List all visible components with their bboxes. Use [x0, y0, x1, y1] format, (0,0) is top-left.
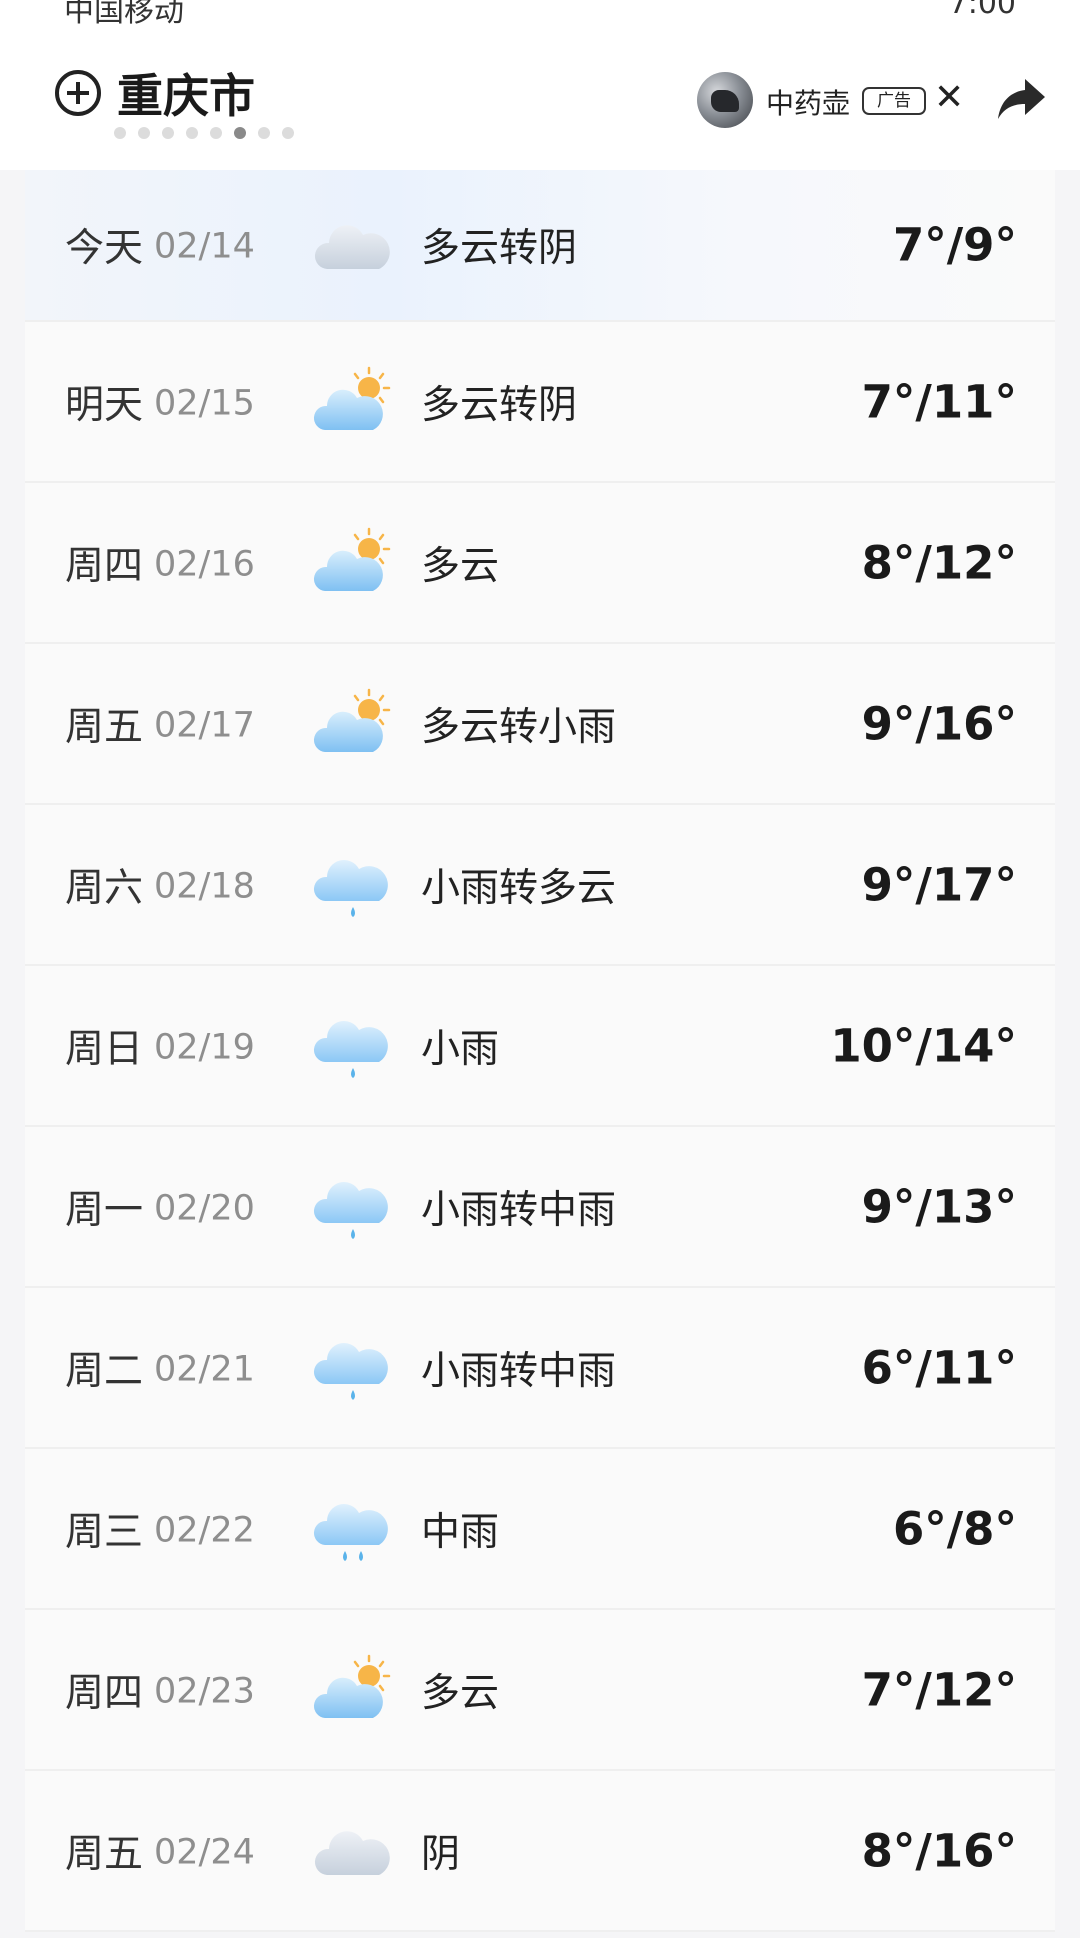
weather-desc: 多云转小雨: [421, 704, 617, 750]
day-label: 周三: [65, 1509, 144, 1555]
city-title[interactable]: 重庆市: [117, 60, 255, 126]
page-dot: [210, 127, 222, 139]
forecast-row[interactable]: 周六 02/18 小雨转多云 9°/17°: [25, 805, 1055, 966]
temp-range: 8°/12°: [861, 536, 1017, 589]
weather-desc: 多云: [421, 1670, 500, 1716]
temp-range: 7°/11°: [861, 375, 1017, 428]
temp-range: 7°/12°: [861, 1663, 1017, 1716]
clock-label: 7:00: [948, 0, 1016, 21]
date-label: 02/23: [154, 1671, 255, 1712]
ad-badge: 广告: [862, 87, 926, 115]
date-label: 02/21: [154, 1349, 255, 1390]
forecast-row[interactable]: 周五 02/24 阴 8°/16°: [25, 1771, 1055, 1932]
temp-range: 10°/14°: [830, 1019, 1017, 1072]
forecast-row[interactable]: 周四 02/23 多云 7°/12°: [25, 1610, 1055, 1771]
header: 重庆市 中药壶 广告 ✕: [0, 40, 1080, 170]
day-label: 周四: [65, 543, 144, 589]
add-city-icon[interactable]: [55, 70, 101, 116]
light-rain-icon: [313, 1181, 388, 1239]
page-dot: [138, 127, 150, 139]
day-label: 周五: [65, 704, 144, 750]
date-label: 02/22: [154, 1510, 255, 1551]
day-label: 周六: [65, 865, 144, 911]
ad-title[interactable]: 中药壶: [766, 82, 850, 122]
weather-desc: 中雨: [421, 1509, 500, 1555]
weather-desc: 小雨转中雨: [421, 1187, 617, 1233]
weather-desc: 小雨转中雨: [421, 1348, 617, 1394]
partly-cloudy-icon: [313, 688, 391, 752]
day-label: 周二: [65, 1348, 144, 1394]
day-label: 周四: [65, 1670, 144, 1716]
temp-range: 9°/13°: [861, 1180, 1017, 1233]
page-dot: [114, 127, 126, 139]
forecast-row[interactable]: 周日 02/19 小雨 10°/14°: [25, 966, 1055, 1127]
partly-cloudy-icon: [313, 1654, 391, 1718]
date-label: 02/15: [154, 383, 255, 424]
temp-range: 6°/8°: [892, 1502, 1017, 1555]
weather-desc: 多云: [421, 543, 500, 589]
temp-range: 8°/16°: [861, 1824, 1017, 1877]
day-label: 今天: [65, 226, 144, 271]
ad-close-icon[interactable]: ✕: [934, 76, 964, 120]
temp-range: 9°/17°: [861, 858, 1017, 911]
temp-range: 9°/16°: [861, 697, 1017, 750]
page-dot: [162, 127, 174, 139]
weather-desc: 阴: [421, 1831, 461, 1877]
forecast-row[interactable]: 周四 02/16 多云 8°/12°: [25, 483, 1055, 644]
forecast-row[interactable]: 今天 02/14 多云转阴 7°/9°: [25, 170, 1055, 322]
date-label: 02/17: [154, 705, 255, 746]
overcast-cloud-icon: [314, 225, 390, 269]
light-rain-icon: [313, 859, 388, 917]
date-label: 02/19: [154, 1027, 255, 1068]
forecast-row[interactable]: 周二 02/21 小雨转中雨 6°/11°: [25, 1288, 1055, 1449]
forecast-row[interactable]: 周三 02/22 中雨 6°/8°: [25, 1449, 1055, 1610]
temp-range: 7°/9°: [892, 218, 1017, 272]
forecast-row[interactable]: 周五 02/17 多云转小雨 9°/16°: [25, 644, 1055, 805]
forecast-row[interactable]: 明天 02/15 多云转阴 7°/11°: [25, 322, 1055, 483]
forecast-row[interactable]: 周一 02/20 小雨转中雨 9°/13°: [25, 1127, 1055, 1288]
day-label: 周五: [65, 1831, 144, 1877]
status-bar: 中国移动 7:00: [0, 0, 1080, 40]
page-dot: [282, 127, 294, 139]
light-rain-icon: [313, 1342, 388, 1400]
light-rain-icon: [313, 1020, 388, 1078]
weather-desc: 小雨转多云: [421, 865, 617, 911]
partly-cloudy-icon: [313, 527, 391, 591]
date-label: 02/24: [154, 1832, 255, 1873]
day-label: 周一: [65, 1187, 144, 1233]
date-label: 02/18: [154, 866, 255, 907]
page-dot: [186, 127, 198, 139]
date-label: 02/16: [154, 544, 255, 585]
moderate-rain-icon: [313, 1503, 388, 1561]
page-dot: [258, 127, 270, 139]
forecast-list: 今天 02/14 多云转阴 7°/9° 明天 02/15 多云转阴 7°/11°…: [25, 170, 1055, 1932]
page-indicator: [114, 127, 294, 139]
weather-desc: 多云转阴: [421, 226, 578, 271]
partly-cloudy-icon: [313, 366, 391, 430]
temp-range: 6°/11°: [861, 1341, 1017, 1394]
share-icon[interactable]: [995, 75, 1047, 123]
carrier-label: 中国移动: [64, 0, 184, 29]
weather-desc: 多云转阴: [421, 382, 578, 428]
weather-desc: 小雨: [421, 1026, 500, 1072]
page-dot-active: [234, 127, 246, 139]
day-label: 周日: [65, 1026, 144, 1072]
date-label: 02/14: [154, 226, 255, 267]
ad-image[interactable]: [697, 72, 753, 128]
day-label: 明天: [65, 382, 144, 428]
date-label: 02/20: [154, 1188, 255, 1229]
overcast-cloud-icon: [314, 1830, 390, 1875]
